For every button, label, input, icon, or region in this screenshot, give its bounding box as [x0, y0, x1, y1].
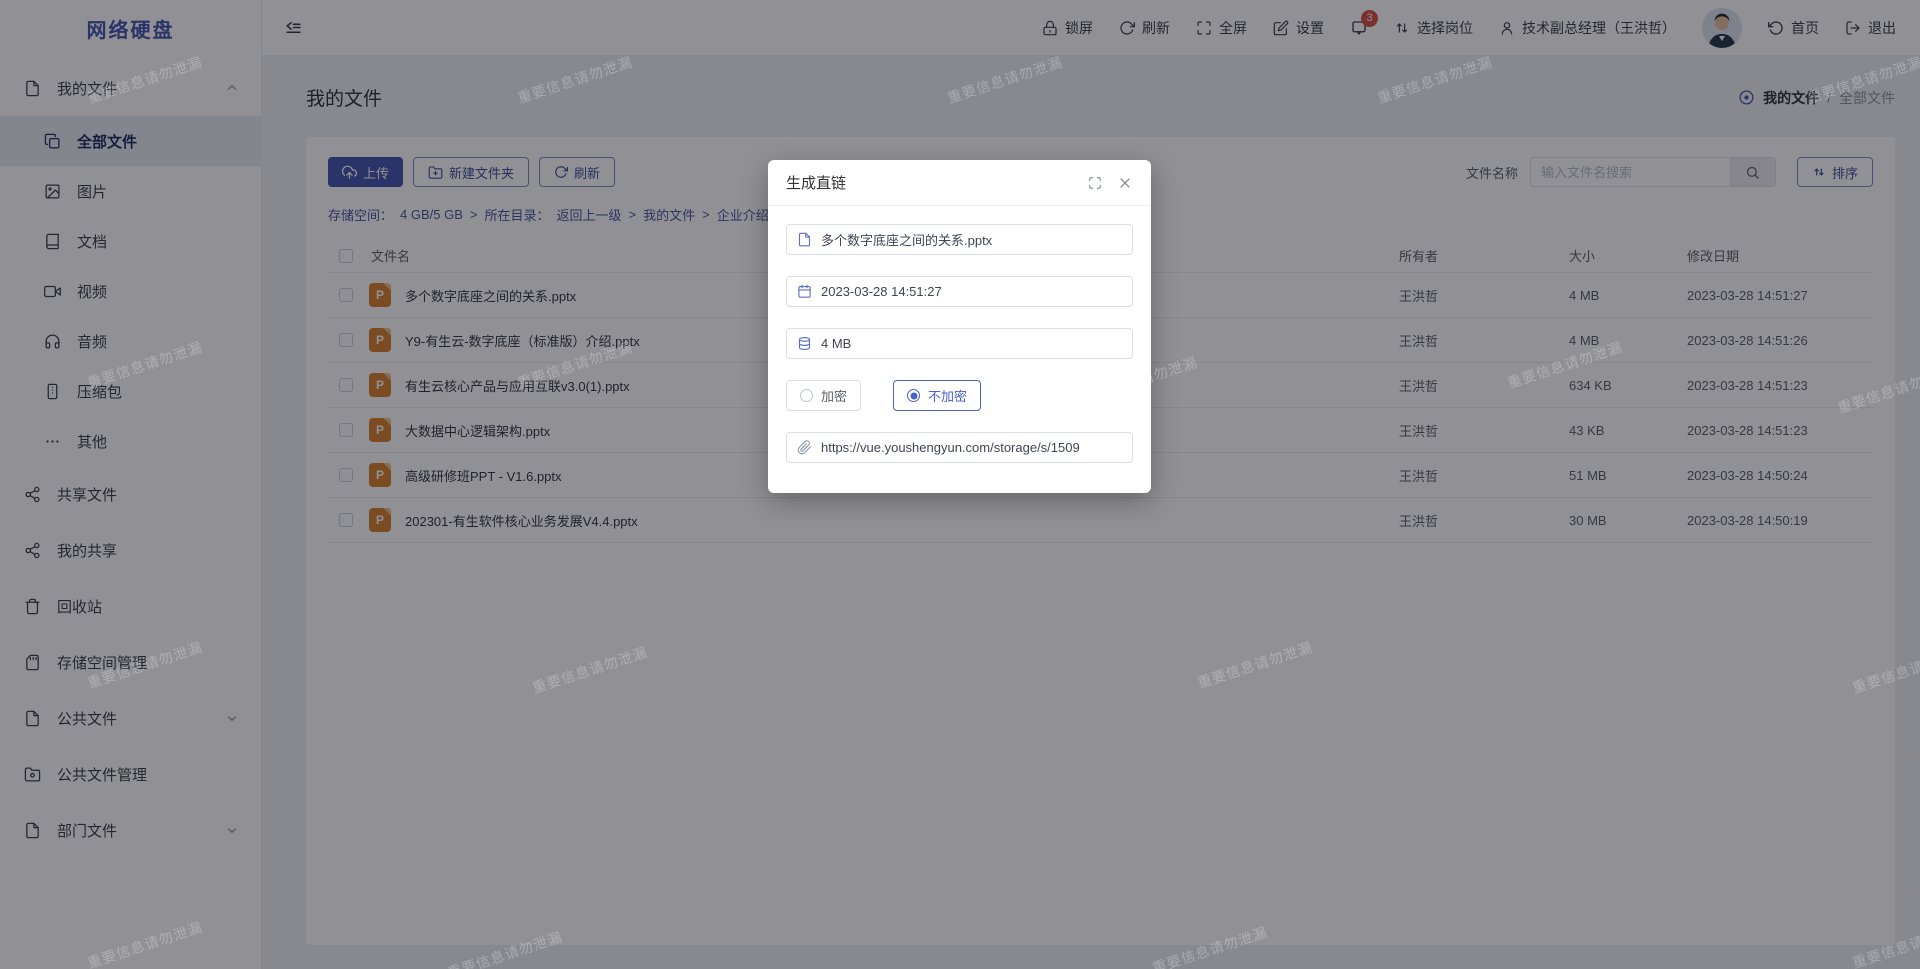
- file-icon: [797, 232, 812, 247]
- link-file-name: 多个数字底座之间的关系.pptx: [821, 230, 992, 249]
- dialog-header: 生成直链: [768, 160, 1151, 206]
- encryption-options: 加密 不加密: [786, 380, 1133, 411]
- no-encrypt-radio[interactable]: 不加密: [893, 380, 981, 411]
- encrypt-radio[interactable]: 加密: [786, 380, 861, 411]
- dialog-maximize-button[interactable]: [1088, 176, 1102, 190]
- link-modified-value: 2023-03-28 14:51:27: [821, 284, 942, 299]
- fullscreen-icon: [1088, 176, 1102, 190]
- paperclip-icon: [797, 440, 812, 455]
- direct-link-url: https://vue.youshengyun.com/storage/s/15…: [821, 440, 1080, 455]
- link-modified-field[interactable]: 2023-03-28 14:51:27: [786, 276, 1133, 307]
- dialog-title: 生成直链: [786, 172, 1073, 193]
- no-encrypt-radio-label: 不加密: [928, 386, 967, 405]
- link-size-value: 4 MB: [821, 336, 851, 351]
- radio-circle-icon: [800, 389, 813, 402]
- database-icon: [797, 336, 812, 351]
- link-file-name-field[interactable]: 多个数字底座之间的关系.pptx: [786, 224, 1133, 255]
- link-size-field[interactable]: 4 MB: [786, 328, 1133, 359]
- app-root: 网络硬盘 我的文件 全部文件 图片 文档 视频: [0, 0, 1920, 969]
- close-icon: [1117, 175, 1133, 191]
- radio-circle-icon: [907, 389, 920, 402]
- dialog-body: 多个数字底座之间的关系.pptx 2023-03-28 14:51:27 4 M…: [768, 206, 1151, 485]
- generate-link-dialog: 生成直链 多个数字底座之间的关系.pptx 2023-03-28 14:51:2…: [768, 160, 1151, 493]
- calendar-icon: [797, 284, 812, 299]
- encrypt-radio-label: 加密: [821, 386, 847, 405]
- direct-link-field[interactable]: https://vue.youshengyun.com/storage/s/15…: [786, 432, 1133, 463]
- dialog-close-button[interactable]: [1117, 175, 1133, 191]
